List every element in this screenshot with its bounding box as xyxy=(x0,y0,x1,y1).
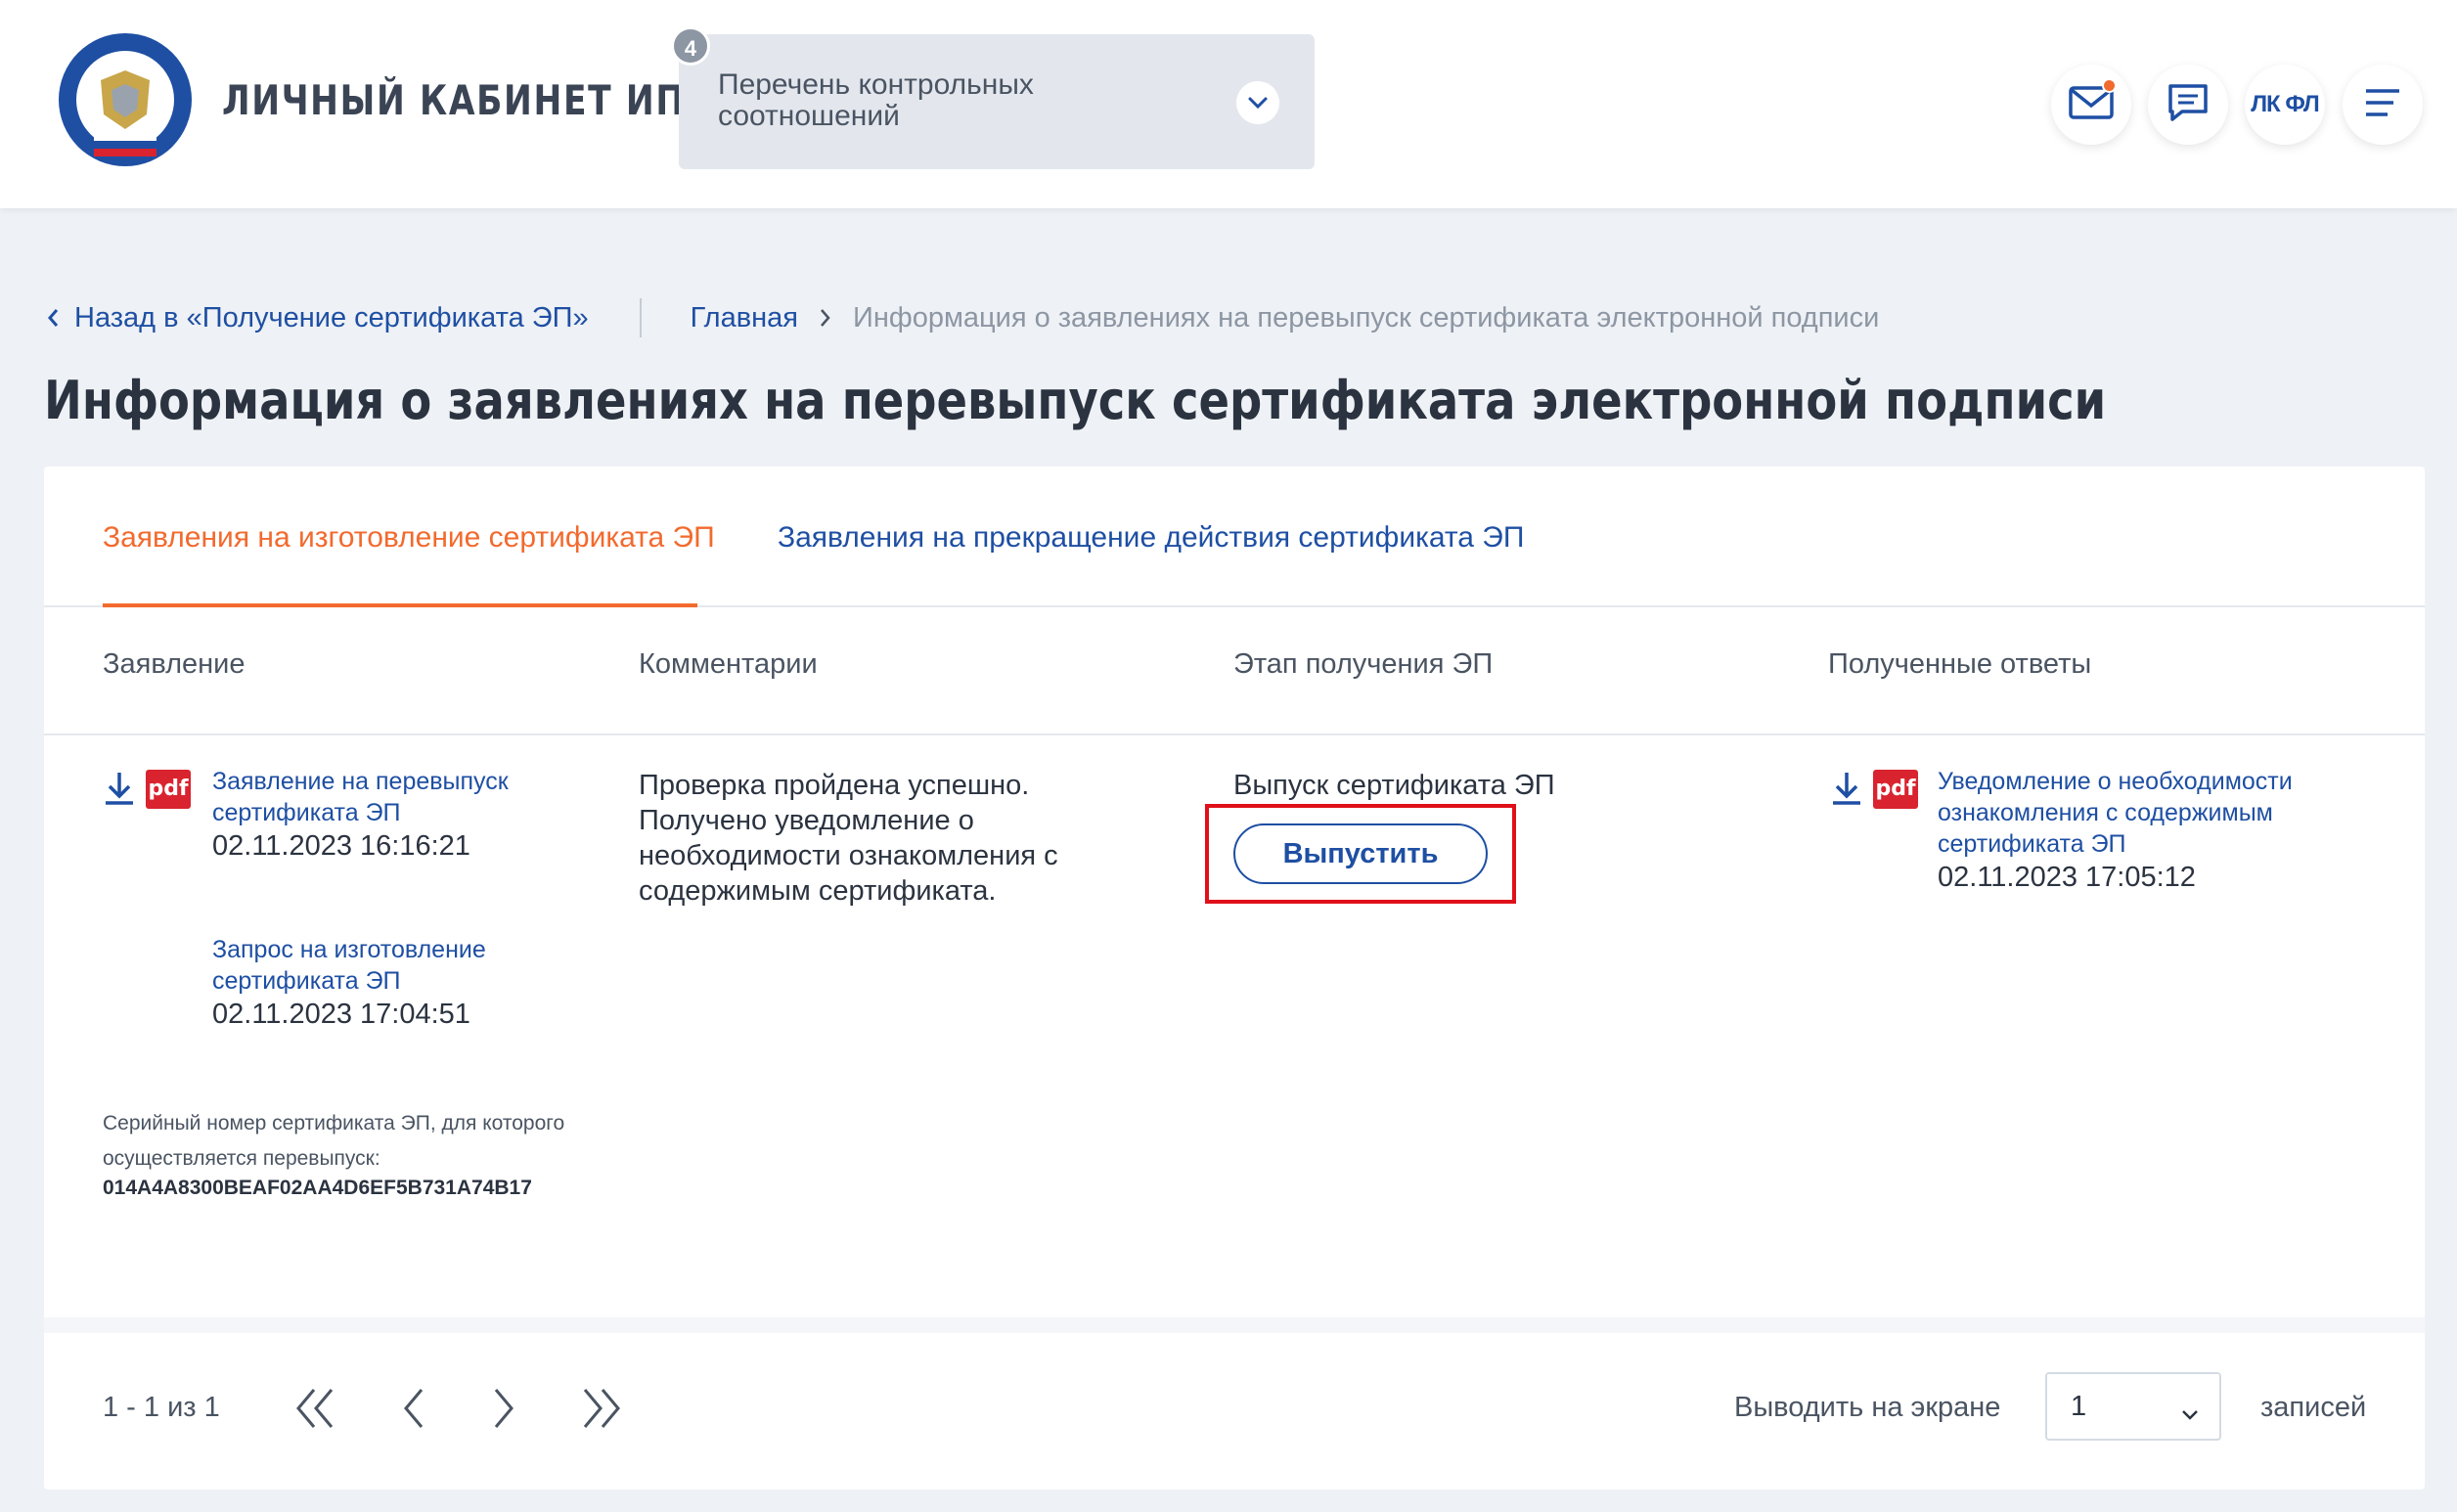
notification-dot xyxy=(2102,78,2117,93)
response-doc-icons: pdf xyxy=(1830,770,1918,812)
request-doc-date: 02.11.2023 17:04:51 xyxy=(212,999,470,1030)
per-page-value: 1 xyxy=(2071,1390,2087,1422)
comment-text: Проверка пройдена успешно. Получено увед… xyxy=(639,770,1058,907)
serial-number-value: 014A4A8300BEAF02AA4D6EF5B731A74B17 xyxy=(103,1177,532,1199)
application-doc-date: 02.11.2023 16:16:21 xyxy=(212,830,470,862)
next-page-button[interactable] xyxy=(470,1374,539,1443)
prev-page-button[interactable] xyxy=(379,1374,447,1443)
download-icon[interactable] xyxy=(103,770,136,812)
tab-termination[interactable]: Заявления на прекращение действия сертиф… xyxy=(778,521,1524,555)
chevron-left-icon xyxy=(404,1389,424,1428)
per-page-select[interactable]: 1 xyxy=(2045,1372,2221,1441)
tab-issuance[interactable]: Заявления на изготовление сертификата ЭП xyxy=(103,521,715,555)
chat-button[interactable] xyxy=(2148,65,2228,145)
back-link[interactable]: Назад в «Получение сертификата ЭП» xyxy=(47,302,589,334)
application-doc-icons: pdf xyxy=(103,770,191,812)
stage-text: Выпуск сертификата ЭП xyxy=(1233,770,1555,801)
chevron-right-icon xyxy=(494,1389,514,1428)
mail-button[interactable] xyxy=(2051,65,2131,145)
first-page-button[interactable] xyxy=(281,1374,349,1443)
column-header-comments: Комментарии xyxy=(639,648,818,680)
lk-fl-label: ЛК ФЛ xyxy=(2251,91,2320,117)
tab-bar: Заявления на изготовление сертификата ЭП… xyxy=(44,467,2425,607)
application-doc-link[interactable]: Заявление на перевыпуск сертификата ЭП xyxy=(212,766,564,828)
dropdown-badge: 4 xyxy=(671,26,710,66)
application-doc-2: Запрос на изготовление сертификата ЭП 02… xyxy=(212,934,564,1032)
fns-logo[interactable] xyxy=(57,31,194,168)
per-page-suffix: записей xyxy=(2260,1392,2367,1423)
response-doc-date: 02.11.2023 17:05:12 xyxy=(1938,862,2196,893)
column-header-stage: Этап получения ЭП xyxy=(1233,648,1494,680)
back-link-label: Назад в «Получение сертификата ЭП» xyxy=(74,301,589,334)
pdf-icon[interactable]: pdf xyxy=(1873,770,1918,809)
breadcrumb-current: Информация о заявлениях на перевыпуск се… xyxy=(852,301,1880,334)
page-title: Информация о заявлениях на перевыпуск се… xyxy=(44,370,2107,431)
active-tab-indicator xyxy=(103,603,697,607)
double-chevron-right-icon xyxy=(583,1389,620,1428)
per-page-label: Выводить на экране xyxy=(1734,1392,2001,1423)
app-title: ЛИЧНЫЙ КАБИНЕТ ИП xyxy=(222,76,686,124)
breadcrumb: Назад в «Получение сертификата ЭП» Главн… xyxy=(47,298,1879,337)
pagination-count: 1 - 1 из 1 xyxy=(103,1392,220,1423)
download-icon[interactable] xyxy=(1830,770,1863,812)
table-header-divider xyxy=(44,734,2425,735)
serial-number-label: Серийный номер сертификата ЭП, для котор… xyxy=(103,1112,565,1170)
chevron-left-icon xyxy=(48,309,59,327)
response-doc: Уведомление о необходимости ознакомления… xyxy=(1938,766,2339,895)
request-doc-link[interactable]: Запрос на изготовление сертификата ЭП xyxy=(212,934,564,997)
menu-icon xyxy=(2364,87,2401,123)
column-header-application: Заявление xyxy=(103,648,246,680)
chevron-down-icon xyxy=(2180,1398,2200,1430)
control-ratios-dropdown[interactable]: 4 Перечень контрольных соотношений xyxy=(671,26,1315,169)
column-header-responses: Полученные ответы xyxy=(1828,648,2092,680)
pdf-icon[interactable]: pdf xyxy=(146,770,191,809)
menu-button[interactable] xyxy=(2343,65,2423,145)
chevron-down-icon[interactable] xyxy=(1236,81,1279,124)
chevron-right-icon xyxy=(820,308,831,328)
response-doc-link[interactable]: Уведомление о необходимости ознакомления… xyxy=(1938,766,2339,860)
top-header: ЛИЧНЫЙ КАБИНЕТ ИП 4 Перечень контрольных… xyxy=(0,0,2457,208)
last-page-button[interactable] xyxy=(567,1374,636,1443)
breadcrumb-home[interactable]: Главная xyxy=(691,302,798,334)
highlight-frame xyxy=(1205,804,1516,904)
applications-card: Заявления на изготовление сертификата ЭП… xyxy=(44,467,2425,1490)
chat-icon xyxy=(2167,82,2210,128)
application-doc-1: Заявление на перевыпуск сертификата ЭП 0… xyxy=(212,766,564,864)
dropdown-label: Перечень контрольных соотношений xyxy=(718,68,1034,132)
footer-divider xyxy=(44,1317,2425,1333)
lk-fl-button[interactable]: ЛК ФЛ xyxy=(2245,65,2325,145)
breadcrumb-divider xyxy=(639,298,642,337)
double-chevron-left-icon xyxy=(296,1389,334,1428)
